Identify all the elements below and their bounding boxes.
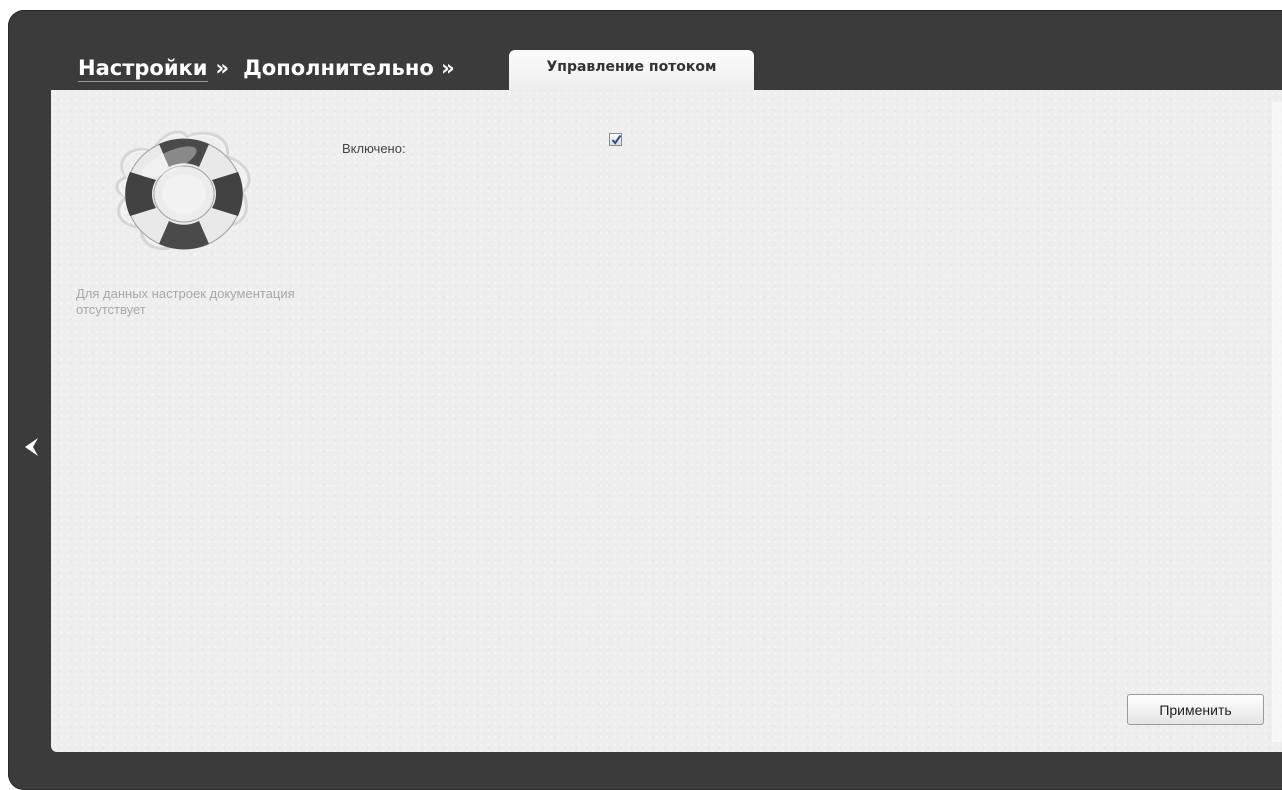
tab-flow-control[interactable]: Управление потоком [509,50,754,90]
breadcrumb-advanced-link[interactable]: Дополнительно » [243,56,455,80]
apply-button[interactable]: Применить [1127,694,1264,725]
breadcrumb-separator: » [215,56,230,80]
breadcrumb: Настройки » Дополнительно » [78,56,455,82]
content-panel: Для данных настроек документация отсутст… [51,90,1282,752]
help-text: Для данных настроек документация отсутст… [76,286,295,317]
lifebuoy-icon [107,122,257,262]
enabled-checkbox[interactable] [609,133,622,146]
breadcrumb-settings-link[interactable]: Настройки [78,56,208,82]
tab-flow-control-label: Управление потоком [546,59,717,75]
scrollbar-track[interactable] [1272,102,1282,742]
checkmark-icon [611,134,622,145]
enabled-label: Включено: [342,141,406,156]
chevron-left-icon[interactable] [22,436,42,458]
